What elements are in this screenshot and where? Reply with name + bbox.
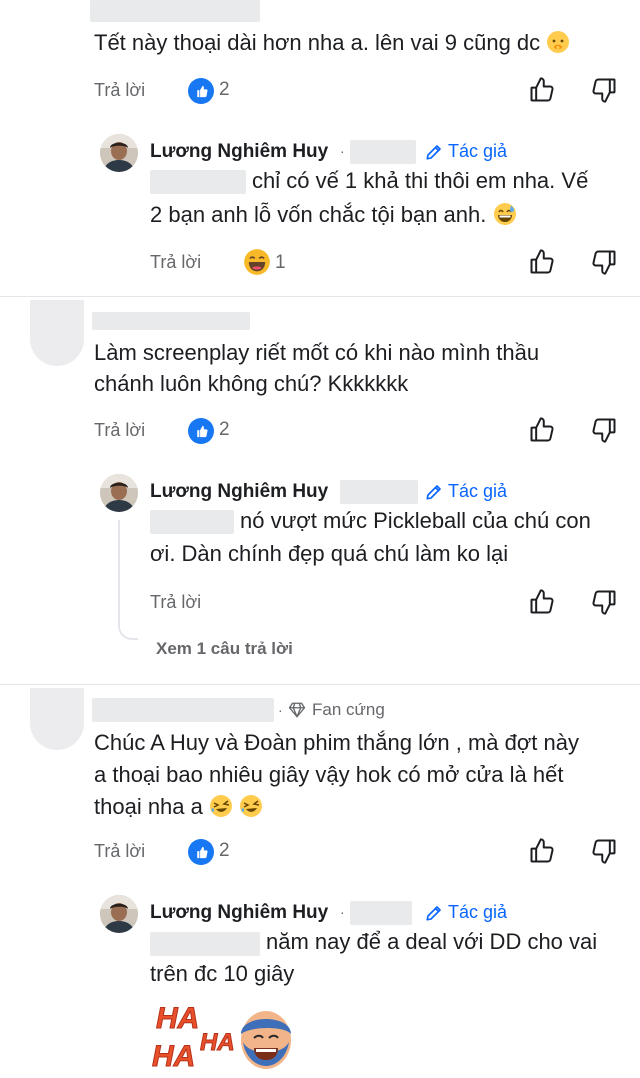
- reply-text-line-2-content: 2 bạn anh lỗ vốn chắc tội bạn anh.: [150, 202, 487, 227]
- author-badge-label: Tác giả: [448, 902, 508, 922]
- comment-text-content: Tết này thoại dài hơn nha a. lên vai 9 c…: [94, 30, 541, 55]
- like-reaction-icon: [188, 78, 214, 104]
- redacted-avatar: [30, 688, 84, 750]
- comment-text-line-3-content: thoại nha a: [94, 794, 203, 819]
- sticker-text-3: HA: [200, 1029, 235, 1056]
- redacted-mention: [150, 510, 234, 534]
- thumbs-down-icon[interactable]: [590, 416, 618, 444]
- reply-button[interactable]: Trả lời: [150, 592, 201, 613]
- haha-sticker: HA HA HA: [152, 1002, 291, 1074]
- divider: [0, 684, 640, 685]
- redacted-timestamp: [350, 140, 416, 164]
- divider: [0, 296, 640, 297]
- pencil-icon: [425, 904, 443, 922]
- redacted-username: [92, 698, 274, 722]
- author-badge-label: Tác giả: [448, 141, 508, 161]
- author-badge: Tác giả: [425, 141, 507, 162]
- laughing-man-sticker-icon: [241, 1011, 291, 1069]
- diamond-icon: [288, 702, 306, 718]
- thumbs-up-icon[interactable]: [528, 76, 556, 104]
- author-badge-label: Tác giả: [448, 481, 508, 501]
- separator-dot: ·: [340, 904, 345, 920]
- thumbs-up-icon[interactable]: [528, 588, 556, 616]
- reaction-count: 1: [275, 252, 286, 273]
- like-count: 2: [219, 840, 230, 861]
- author-badge: Tác giả: [425, 902, 507, 923]
- reply-text-line-1: nó vượt mức Pickleball của chú con: [240, 508, 591, 533]
- redacted-timestamp: [340, 480, 418, 504]
- reply-text-line-2: ơi. Dàn chính đẹp quá chú làm ko lại: [150, 541, 509, 566]
- pencil-icon: [425, 143, 443, 161]
- reply-text-line-2: 2 bạn anh lỗ vốn chắc tội bạn anh.: [150, 198, 517, 232]
- reply-text-line-1: năm nay để a deal với DD cho vai: [266, 929, 598, 954]
- comment-text: Tết này thoại dài hơn nha a. lên vai 9 c…: [94, 26, 570, 60]
- comment-text-line-2: chánh luôn không chú? Kkkkkkk: [94, 371, 409, 396]
- shy-face-emoji-icon: [547, 31, 570, 53]
- thumbs-down-icon[interactable]: [590, 837, 618, 865]
- author-name[interactable]: Lương Nghiêm Huy: [150, 902, 328, 924]
- fan-badge: Fan cứng: [288, 700, 385, 720]
- author-badge: Tác giả: [425, 481, 507, 502]
- redacted-mention: [150, 170, 246, 194]
- author-avatar[interactable]: [100, 474, 138, 512]
- thumbs-down-icon[interactable]: [590, 588, 618, 616]
- grinning-sweat-emoji-icon: [493, 203, 516, 225]
- like-count: 2: [219, 419, 230, 440]
- comment-text-line-3: thoại nha a: [94, 790, 263, 824]
- rolling-laughing-emoji-icon: [240, 795, 263, 817]
- thumbs-up-icon[interactable]: [528, 248, 556, 276]
- rolling-laughing-emoji-icon: [210, 795, 232, 817]
- redacted-username: [92, 312, 250, 330]
- comment-text-line-2: a thoại bao nhiêu giây vậy hok có mở cửa…: [94, 762, 564, 787]
- comment-text-line-1: Chúc A Huy và Đoàn phim thắng lớn , mà đ…: [94, 730, 579, 755]
- like-reaction-icon: [188, 418, 214, 444]
- thumbs-up-icon[interactable]: [528, 837, 556, 865]
- fan-badge-label: Fan cứng: [312, 700, 385, 719]
- redacted-username: [90, 0, 260, 22]
- author-avatar[interactable]: [100, 895, 138, 933]
- reply-text-line-2: trên đc 10 giây: [150, 961, 295, 986]
- sticker-text-2: HA: [152, 1040, 195, 1073]
- thumbs-down-icon[interactable]: [590, 248, 618, 276]
- reply-text-line-1: chỉ có vế 1 khả thi thôi em nha. Vế: [252, 168, 589, 193]
- thumbs-up-icon[interactable]: [528, 416, 556, 444]
- separator-dot: ·: [278, 702, 283, 718]
- thumbs-down-icon[interactable]: [590, 76, 618, 104]
- sticker-text-1: HA: [156, 1002, 199, 1035]
- comment-text-line-1: Làm screenplay riết mốt có khi nào mình …: [94, 340, 540, 365]
- redacted-mention: [150, 932, 260, 956]
- redacted-avatar: [30, 300, 84, 366]
- reply-button[interactable]: Trả lời: [94, 420, 145, 441]
- view-more-replies-link[interactable]: Xem 1 câu trả lời: [156, 639, 293, 659]
- redacted-timestamp: [350, 901, 412, 925]
- reply-button[interactable]: Trả lời: [150, 252, 201, 273]
- author-name[interactable]: Lương Nghiêm Huy: [150, 141, 328, 163]
- author-avatar[interactable]: [100, 134, 138, 172]
- laughing-reaction-icon: [244, 249, 270, 275]
- thread-connector-line: [118, 520, 138, 640]
- separator-dot: ·: [340, 143, 345, 159]
- reply-button[interactable]: Trả lời: [94, 841, 145, 862]
- like-count: 2: [219, 79, 230, 100]
- like-reaction-icon: [188, 839, 214, 865]
- author-name[interactable]: Lương Nghiêm Huy: [150, 481, 328, 503]
- pencil-icon: [425, 483, 443, 501]
- reply-button[interactable]: Trả lời: [94, 80, 145, 101]
